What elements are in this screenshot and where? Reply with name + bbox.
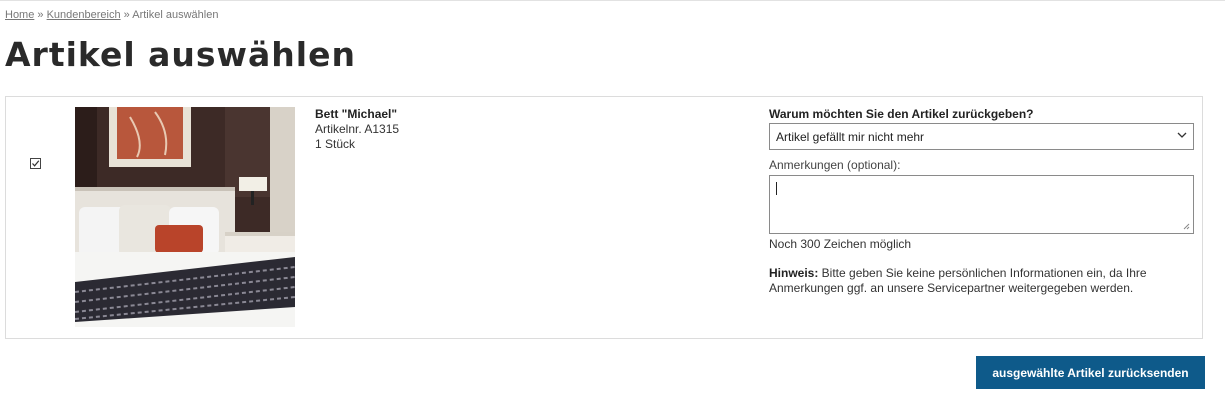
reason-label: Warum möchten Sie den Artikel zurückgebe…	[769, 107, 1034, 121]
breadcrumb-separator: »	[123, 9, 130, 21]
hint-label: Hinweis:	[769, 266, 819, 280]
breadcrumb: Home » Kundenbereich » Artikel auswählen	[5, 9, 218, 21]
product-image	[75, 107, 295, 327]
reason-select[interactable]: Artikel gefällt mir nicht mehr	[769, 123, 1194, 150]
reason-selected-value: Artikel gefällt mir nicht mehr	[776, 130, 925, 144]
product-name: Bett "Michael"	[315, 107, 398, 121]
hint-text: Bitte geben Sie keine persönlichen Infor…	[769, 266, 1147, 295]
breadcrumb-current: Artikel auswählen	[132, 9, 219, 21]
privacy-hint: Hinweis: Bitte geben Sie keine persönlic…	[769, 266, 1194, 296]
text-caret	[776, 182, 777, 195]
notes-textarea[interactable]	[769, 175, 1194, 234]
top-divider	[0, 0, 1225, 1]
product-article-number: Artikelnr. A1315	[315, 122, 400, 136]
breadcrumb-home-link[interactable]: Home	[5, 9, 34, 21]
chevron-down-icon	[1177, 132, 1187, 138]
return-item-card: Bett "Michael" Artikelnr. A1315 1 Stück …	[5, 96, 1203, 339]
char-counter: Noch 300 Zeichen möglich	[769, 237, 912, 251]
breadcrumb-account-link[interactable]: Kundenbereich	[47, 9, 121, 21]
resize-grip-icon[interactable]	[1183, 223, 1190, 230]
submit-return-button[interactable]: ausgewählte Artikel zurücksenden	[976, 356, 1205, 389]
bedroom-photo-icon	[75, 107, 295, 327]
breadcrumb-separator: »	[37, 9, 44, 21]
product-info: Bett "Michael" Artikelnr. A1315 1 Stück	[315, 107, 399, 152]
checkmark-icon	[32, 160, 40, 167]
product-quantity: 1 Stück	[315, 137, 356, 151]
notes-label: Anmerkungen (optional):	[769, 158, 901, 172]
page-title: Artikel auswählen	[5, 35, 356, 74]
return-form: Warum möchten Sie den Artikel zurückgebe…	[769, 107, 1194, 296]
item-select-checkbox[interactable]	[30, 158, 41, 169]
